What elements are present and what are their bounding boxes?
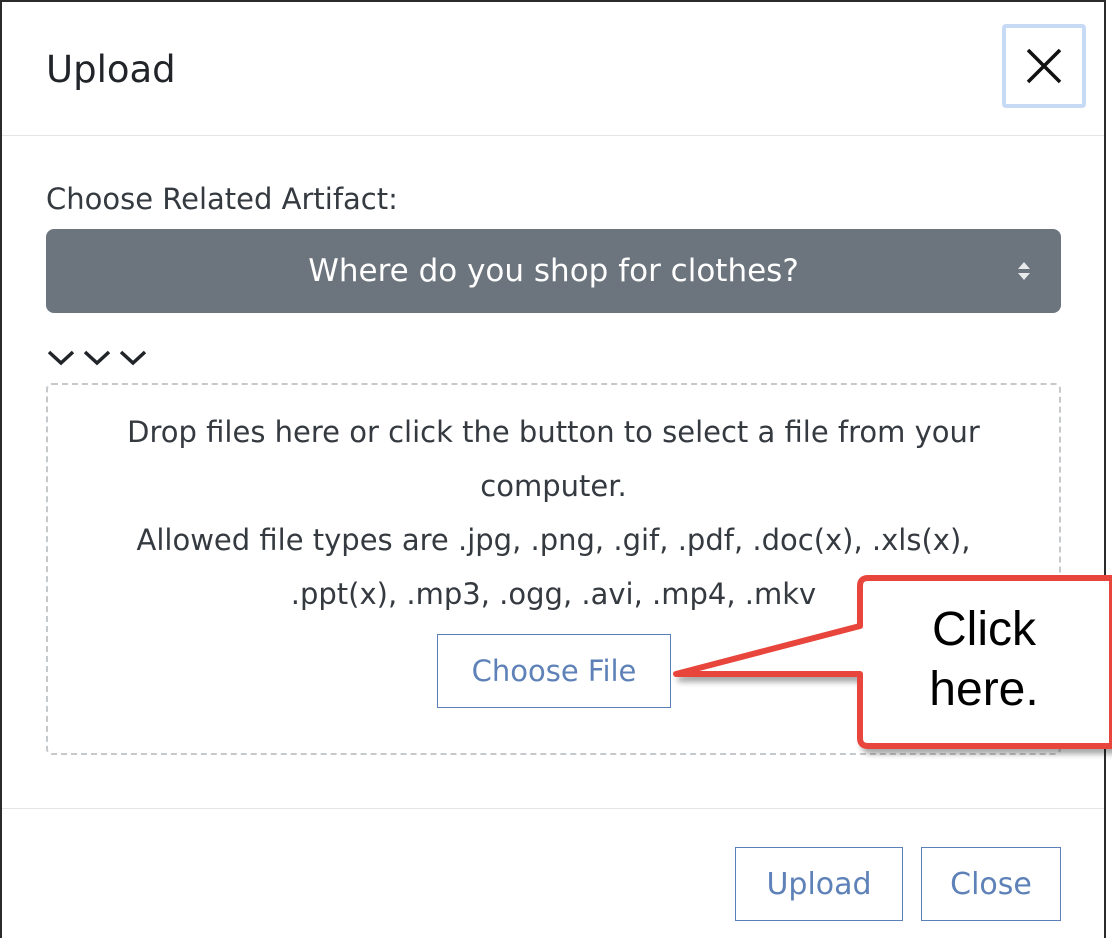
artifact-label: Choose Related Artifact: [46,182,398,216]
artifact-select[interactable]: Where do you shop for clothes? [46,229,1061,313]
chevron-down-icon [83,350,111,366]
artifact-select-value: Where do you shop for clothes? [308,253,799,289]
dropzone-instructions: Drop files here or click the button to s… [48,405,1059,621]
dialog-footer: Upload Close [2,808,1104,940]
callout-text: Click here. [884,600,1084,720]
callout-line-1: Click [932,603,1036,656]
chevron-down-icon [119,350,147,366]
choose-file-button[interactable]: Choose File [437,634,671,708]
chevron-down-icon [47,350,75,366]
dropzone-instruction-text: Drop files here or click the button to s… [127,415,980,503]
close-dialog-button[interactable] [1002,24,1086,108]
dialog-title: Upload [46,48,176,91]
upload-dialog: Upload Choose Related Artifact: Where do… [0,0,1106,938]
dialog-header: Upload [2,2,1104,136]
callout-line-2: here. [929,663,1039,716]
close-icon [1026,48,1062,84]
upload-button[interactable]: Upload [735,847,903,921]
expand-toggle[interactable] [46,348,148,366]
close-button[interactable]: Close [921,847,1061,921]
allowed-file-types: Allowed file types are .jpg, .png, .gif,… [136,523,971,611]
sort-arrows-icon [1018,262,1030,280]
